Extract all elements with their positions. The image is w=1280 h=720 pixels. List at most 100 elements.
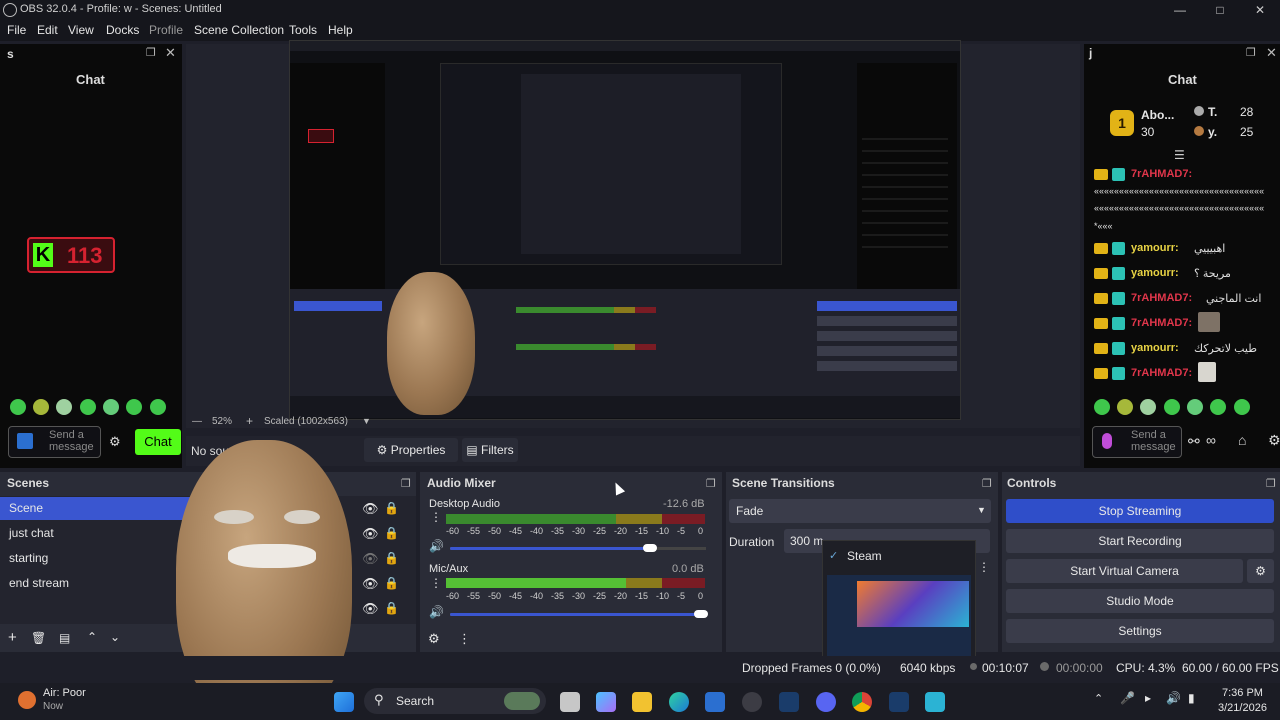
chat-username[interactable]: 7rAHMAD7: [1131, 317, 1192, 329]
chat-username[interactable]: 7rAHMAD7: [1131, 292, 1192, 304]
battery-icon[interactable]: ▮ [1188, 691, 1195, 705]
scene-filter-icon[interactable]: ▤ [59, 631, 70, 645]
discord-icon[interactable] [816, 692, 836, 712]
chevron-up-icon[interactable]: ⌃ [1094, 692, 1103, 705]
minimize-button[interactable]: — [1160, 0, 1200, 20]
send-message-input[interactable]: Send a message [1092, 426, 1182, 458]
emote-icon[interactable] [103, 399, 119, 415]
lock-icon[interactable]: 🔒 [384, 551, 399, 565]
speaker-icon[interactable]: 🔊 [429, 539, 444, 553]
menu-edit[interactable]: Edit [37, 23, 58, 37]
emote-icon[interactable] [1094, 399, 1110, 415]
close-dock-button[interactable]: ✕ [1266, 45, 1277, 61]
stop-streaming-button[interactable]: Stop Streaming [1006, 499, 1274, 523]
weather-icon[interactable] [18, 691, 36, 709]
lock-icon[interactable]: 🔒 [384, 501, 399, 515]
float-dock-button[interactable]: ❐ [706, 477, 716, 490]
trash-icon[interactable]: 🗑 [31, 631, 46, 645]
menu-view[interactable]: View [68, 23, 94, 37]
infinity-icon[interactable]: ∞ [1206, 432, 1216, 448]
eye-icon[interactable]: 👁 [362, 601, 379, 617]
gear-icon[interactable]: ⚙ [428, 631, 440, 647]
add-scene-button[interactable]: + [8, 629, 17, 646]
network-icon[interactable]: ▸ [1145, 691, 1151, 705]
volume-slider[interactable] [450, 610, 708, 618]
share-icon[interactable]: ⚯ [1188, 433, 1200, 450]
chat-send-button[interactable]: Chat [135, 429, 181, 455]
chat-username[interactable]: 7rAHMAD7: [1131, 168, 1192, 180]
chat-username[interactable]: yamourr: [1131, 267, 1179, 279]
eye-icon[interactable]: 👁 [362, 576, 379, 592]
scene-item-end-stream[interactable]: end stream [9, 576, 69, 590]
edge-icon[interactable] [669, 692, 689, 712]
float-dock-button[interactable]: ❐ [401, 477, 411, 490]
gear-icon[interactable]: ⚙ [1268, 432, 1280, 449]
zoom-plus-button[interactable]: + [246, 414, 253, 428]
emote-icon[interactable] [1210, 399, 1226, 415]
properties-button[interactable]: ⚙ Properties [364, 438, 458, 462]
emote-icon[interactable] [1164, 399, 1180, 415]
copilot-icon[interactable] [596, 692, 616, 712]
scene-item-just-chat[interactable]: just chat [9, 526, 54, 540]
volume-slider-knob[interactable] [693, 610, 708, 618]
float-dock-button[interactable]: ❐ [1266, 477, 1276, 490]
microphone-icon[interactable] [1102, 433, 1112, 449]
steam-icon[interactable] [889, 692, 909, 712]
menu-file[interactable]: File [7, 23, 26, 37]
emote-icon[interactable] [1140, 399, 1156, 415]
menu-tools[interactable]: Tools [289, 23, 317, 37]
emote-icon[interactable] [33, 399, 49, 415]
clock-date[interactable]: 3/21/2026 [1218, 702, 1267, 714]
clock-time[interactable]: 7:36 PM [1222, 687, 1263, 699]
emote-icon[interactable] [1187, 399, 1203, 415]
float-dock-button[interactable]: ❐ [146, 46, 156, 59]
emote-icon[interactable] [150, 399, 166, 415]
menu-scene-collection[interactable]: Scene Collection [194, 23, 284, 37]
move-down-icon[interactable]: ⌄ [110, 630, 120, 644]
float-dock-button[interactable]: ❐ [1246, 46, 1256, 59]
chat-username[interactable]: 7rAHMAD7: [1131, 367, 1192, 379]
scene-item-scene[interactable]: Scene [9, 501, 43, 515]
send-message-input[interactable]: Send a message [8, 426, 101, 458]
menu-help[interactable]: Help [328, 23, 353, 37]
float-dock-button[interactable]: ❐ [982, 477, 992, 490]
eye-hidden-icon[interactable]: 👁 [362, 551, 379, 567]
studio-mode-button[interactable]: Studio Mode [1006, 589, 1274, 613]
emote-picker-icon[interactable] [17, 433, 33, 449]
emote-icon[interactable] [1234, 399, 1250, 415]
close-dock-button[interactable]: ✕ [165, 45, 176, 61]
lock-icon[interactable]: 🔒 [384, 526, 399, 540]
game-icon[interactable] [925, 692, 945, 712]
chevron-down-icon[interactable]: ▼ [362, 416, 371, 426]
start-virtual-camera-button[interactable]: Start Virtual Camera [1006, 559, 1243, 583]
filters-button[interactable]: ▤ Filters [462, 438, 518, 462]
volume-slider[interactable] [450, 544, 706, 552]
zoom-minus-button[interactable]: — [192, 416, 202, 427]
steam-popup[interactable]: ✓ Steam [822, 540, 976, 666]
eye-icon[interactable]: 👁 [362, 526, 379, 542]
virtual-camera-settings-button[interactable]: ⚙ [1247, 559, 1274, 583]
microphone-icon[interactable]: 🎤 [1120, 691, 1135, 705]
windows-start-icon[interactable] [334, 692, 354, 712]
lock-icon[interactable]: 🔒 [384, 576, 399, 590]
lock-icon[interactable]: 🔒 [384, 601, 399, 615]
move-up-icon[interactable]: ⌃ [87, 630, 97, 644]
emote-icon[interactable] [10, 399, 26, 415]
menu-profile[interactable]: Profile [149, 23, 183, 37]
scene-item-starting[interactable]: starting [9, 551, 48, 565]
transition-select[interactable]: Fade ▼ [729, 499, 991, 523]
channel-menu-icon[interactable]: ⋮ [430, 510, 442, 524]
channel-menu-icon[interactable]: ⋮ [430, 576, 442, 590]
volume-slider-knob[interactable] [642, 544, 657, 552]
emote-icon[interactable] [1117, 399, 1133, 415]
chat-username[interactable]: yamourr: [1131, 242, 1179, 254]
emote-icon[interactable] [80, 399, 96, 415]
steam-icon[interactable] [779, 692, 799, 712]
store-icon[interactable] [705, 692, 725, 712]
emote-icon[interactable] [126, 399, 142, 415]
chat-username[interactable]: yamourr: [1131, 342, 1179, 354]
volume-icon[interactable]: 🔊 [1166, 691, 1181, 705]
store-icon[interactable]: ⌂ [1238, 432, 1246, 448]
task-view-icon[interactable] [560, 692, 580, 712]
menu-docks[interactable]: Docks [106, 23, 139, 37]
